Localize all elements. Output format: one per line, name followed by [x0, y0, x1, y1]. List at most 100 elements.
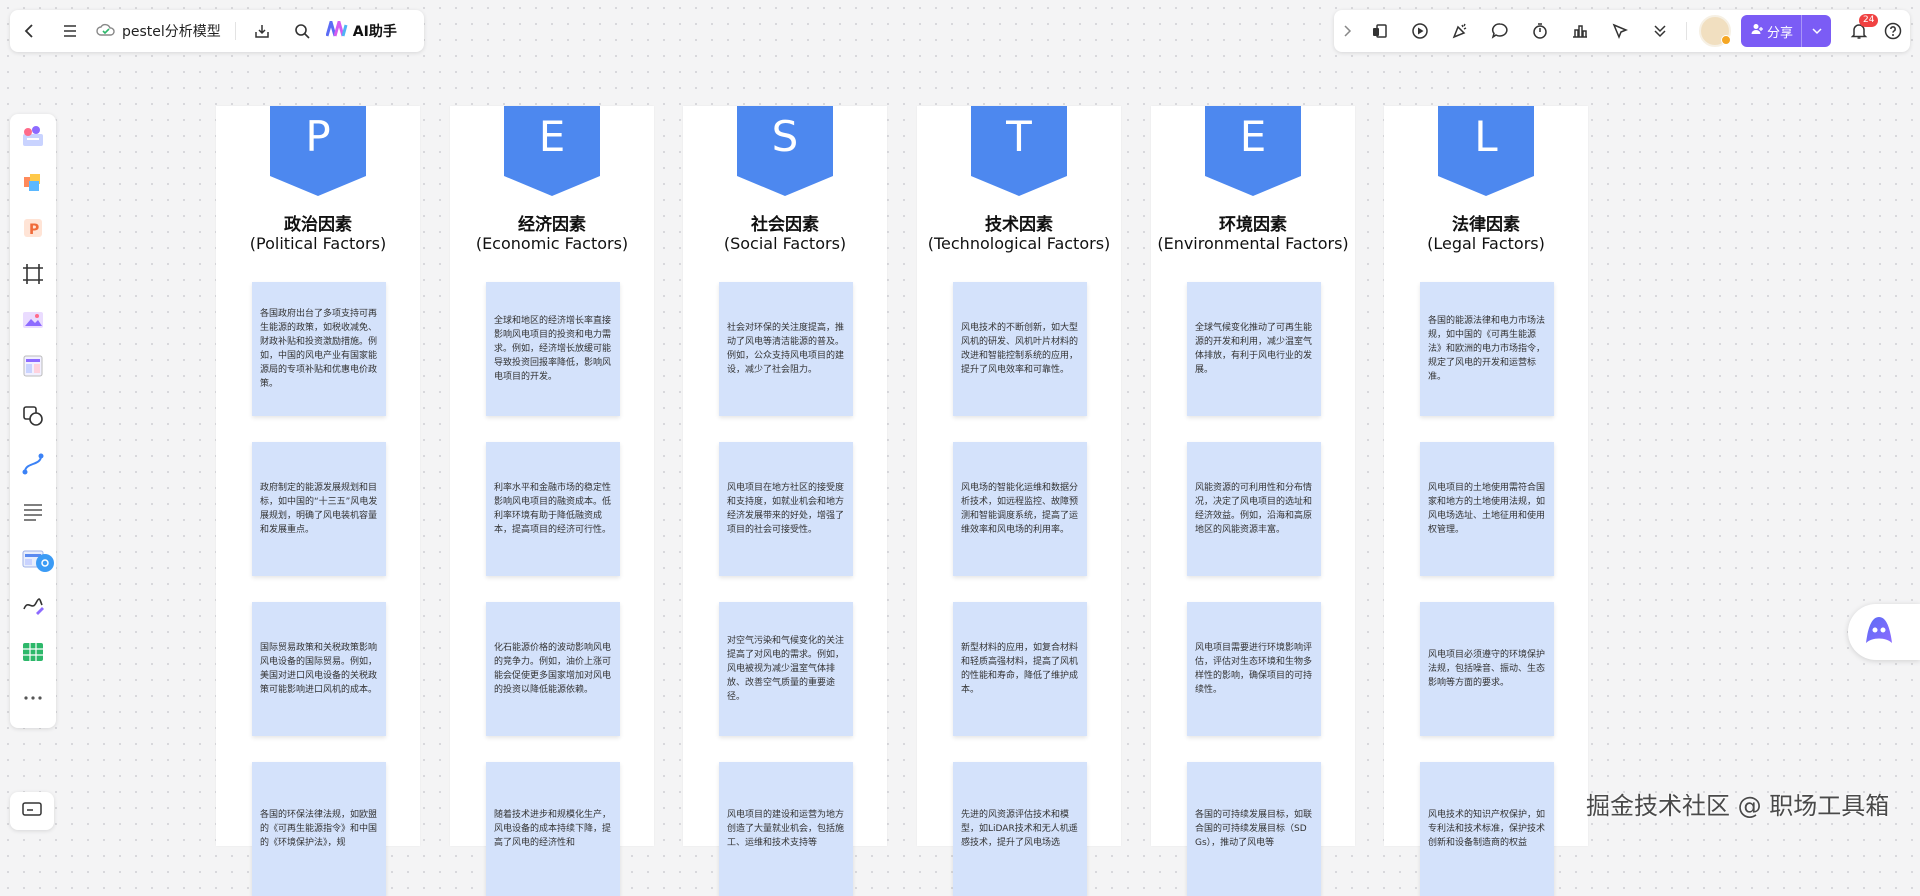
- sticky-note[interactable]: 各国政府出台了多项支持可再生能源的政策，如税收减免、财政补贴和投资激励措施。例如…: [252, 282, 386, 416]
- sticky-note[interactable]: 风电项目需要进行环境影响评估，评估对生态环境和生物多样性的影响，确保项目的可持续…: [1187, 602, 1321, 736]
- note-text: 风电项目必须遵守的环境保护法规，包括噪音、振动、生态影响等方面的要求。: [1428, 650, 1546, 688]
- search-icon[interactable]: [282, 10, 322, 52]
- timer-icon[interactable]: [1520, 10, 1560, 52]
- sticky-note[interactable]: 风电项目的土地使用需符合国家和地方的土地使用法规，如风电场选址、土地征用和使用权…: [1420, 442, 1554, 576]
- text-p-icon[interactable]: P: [17, 212, 49, 244]
- note-text: 先进的风资源评估技术和模型，如LiDAR技术和无人机遥感技术，提升了风电场选: [961, 810, 1078, 848]
- sticky-note[interactable]: 社会对环保的关注度提高，推动了风电等清洁能源的普及。例如，公众支持风电项目的建设…: [719, 282, 853, 416]
- ai-assistant-button[interactable]: AI助手: [325, 16, 397, 41]
- spreadsheet-icon[interactable]: [17, 636, 49, 668]
- bell-icon[interactable]: 24: [1839, 10, 1879, 52]
- note-text: 各国的可持续发展目标，如联合国的可持续发展目标（SDGs），推动了风电等: [1195, 810, 1313, 848]
- column-title-en: (Environmental Factors): [1157, 234, 1349, 253]
- column-letter: P: [305, 112, 331, 161]
- note-text: 各国政府出台了多项支持可再生能源的政策，如税收减免、财政补贴和投资激励措施。例如…: [260, 309, 378, 389]
- sticky-note[interactable]: 全球和地区的经济增长率直接影响风电项目的投资和电力需求。例如，经济增长放缓可能导…: [486, 282, 620, 416]
- sticky-note[interactable]: 各国的可持续发展目标，如联合国的可持续发展目标（SDGs），推动了风电等: [1187, 762, 1321, 896]
- column-title-en: (Social Factors): [723, 234, 847, 253]
- column-political[interactable]: P 政治因素 (Political Factors) 各国政府出台了多项支持可再…: [216, 106, 420, 896]
- sticky-note[interactable]: 利率水平和金融市场的稳定性影响风电项目的融资成本。低利率环境有助于降低融资成本，…: [486, 442, 620, 576]
- sticky-note[interactable]: 各国的环保法律法规，如欧盟的《可再生能源指令》和中国的《环境保护法》，规: [252, 762, 386, 896]
- ai-assistant-label: AI助手: [352, 24, 397, 40]
- note-text: 全球气候变化推动了可再生能源的开发和利用，减少温室气体排放，有利于风电行业的发展…: [1195, 323, 1313, 375]
- connector-icon[interactable]: [17, 448, 49, 480]
- more-icon[interactable]: [17, 682, 49, 714]
- sticky-note[interactable]: 风电项目必须遵守的环境保护法规，包括噪音、振动、生态影响等方面的要求。: [1420, 602, 1554, 736]
- sticky-note[interactable]: 国际贸易政策和关税政策影响风电设备的国际贸易。例如，美国对进口风电设备的关税政策…: [252, 602, 386, 736]
- sticky-note[interactable]: 风能资源的可利用性和分布情况，决定了风电项目的选址和经济效益。例如，沿海和高原地…: [1187, 442, 1321, 576]
- celebrate-icon[interactable]: [1440, 10, 1480, 52]
- sticky-note[interactable]: 先进的风资源评估技术和模型，如LiDAR技术和无人机遥感技术，提升了风电场选: [953, 762, 1087, 896]
- column-letter: L: [1474, 112, 1498, 161]
- ai-logo-icon: [325, 16, 348, 41]
- column-technological[interactable]: T 技术因素 (Technological Factors) 风电技术的不断创新…: [917, 106, 1121, 896]
- download-icon[interactable]: [242, 10, 282, 52]
- column-title-cn: 法律因素: [1452, 215, 1520, 235]
- minimap-button[interactable]: [10, 792, 54, 830]
- sticky-note[interactable]: 随着技术进步和规模化生产，风电设备的成本持续下降，提高了风电的经济性和: [486, 762, 620, 896]
- note-text: 全球和地区的经济增长率直接影响风电项目的投资和电力需求。例如，经济增长放缓可能导…: [494, 316, 612, 382]
- image-icon[interactable]: [17, 304, 49, 336]
- templates-icon[interactable]: [17, 120, 49, 152]
- sticky-note[interactable]: 风电项目的建设和运营为地方创造了大量就业机会，包括施工、运维和技术支持等: [719, 762, 853, 896]
- comment-icon[interactable]: [1480, 10, 1520, 52]
- list-icon[interactable]: [17, 496, 49, 528]
- note-text: 风电项目需要进行环境影响评估，评估对生态环境和生物多样性的影响，确保项目的可持续…: [1195, 643, 1313, 695]
- letter-badge: P: [270, 106, 366, 196]
- sticky-note[interactable]: 对空气污染和气候变化的关注提高了对风电的需求。例如，风电被视为减少温室气体排放、…: [719, 602, 853, 736]
- chevron-right-icon[interactable]: [1334, 10, 1360, 52]
- note-text: 各国的能源法律和电力市场法规，如中国的《可再生能源法》和欧洲的电力市场指令，规定…: [1428, 316, 1546, 382]
- column-title-cn: 环境因素: [1219, 215, 1287, 235]
- divider: [1686, 22, 1687, 40]
- note-text: 风电项目在地方社区的接受度和支持度，如就业机会和地方经济发展带来的好处，增强了项…: [727, 483, 845, 535]
- sticky-note[interactable]: 政府制定的能源发展规划和目标，如中国的“十三五”风电发展规划，明确了风电装机容量…: [252, 442, 386, 576]
- pen-icon[interactable]: [17, 588, 49, 620]
- column-title-cn: 技术因素: [985, 215, 1053, 235]
- letter-badge: S: [737, 106, 833, 196]
- column-social[interactable]: S 社会因素 (Social Factors) 社会对环保的关注度提高，推动了风…: [683, 106, 887, 896]
- help-icon[interactable]: [1879, 10, 1907, 52]
- sticky-note[interactable]: 各国的能源法律和电力市场法规，如中国的《可再生能源法》和欧洲的电力市场指令，规定…: [1420, 282, 1554, 416]
- template-card-icon[interactable]: [1360, 10, 1400, 52]
- play-icon[interactable]: [1400, 10, 1440, 52]
- shapes-icon[interactable]: [17, 400, 49, 432]
- cloud-saved-icon: [96, 22, 116, 41]
- collapse-down-icon[interactable]: [1640, 10, 1680, 52]
- doc-title-area[interactable]: pestel分析模型: [96, 21, 221, 41]
- sticky-note[interactable]: 风电项目在地方社区的接受度和支持度，如就业机会和地方经济发展带来的好处，增强了项…: [719, 442, 853, 576]
- floating-ai-button[interactable]: [1848, 604, 1920, 660]
- sticky-note[interactable]: 风电技术的不断创新，如大型风机的研发、风机叶片材料的改进和智能控制系统的应用，提…: [953, 282, 1087, 416]
- note-text: 风电技术的不断创新，如大型风机的研发、风机叶片材料的改进和智能控制系统的应用，提…: [961, 323, 1079, 375]
- column-economic[interactable]: E 经济因素 (Economic Factors) 全球和地区的经济增长率直接影…: [450, 106, 654, 896]
- sticky-note[interactable]: 风电场的智能化运维和数据分析技术，如远程监控、故障预测和智能调度系统，提高了运维…: [953, 442, 1087, 576]
- note-text: 各国的环保法律法规，如欧盟的《可再生能源指令》和中国的《环境保护法》，规: [260, 810, 378, 848]
- chevron-down-icon[interactable]: [1802, 15, 1831, 47]
- sticky-note[interactable]: 新型材料的应用，如复合材料和轻质高强材料，提高了风机的性能和寿命，降低了维护成本…: [953, 602, 1087, 736]
- frame-icon[interactable]: [17, 258, 49, 290]
- note-text: 对空气污染和气候变化的关注提高了对风电的需求。例如，风电被视为减少温室气体排放、…: [727, 636, 845, 702]
- column-environmental[interactable]: E 环境因素 (Environmental Factors) 全球气候变化推动了…: [1151, 106, 1355, 896]
- column-legal[interactable]: L 法律因素 (Legal Factors) 各国的能源法律和电力市场法规，如中…: [1384, 106, 1588, 896]
- note-text: 社会对环保的关注度提高，推动了风电等清洁能源的普及。例如，公众支持风电项目的建设…: [727, 323, 845, 375]
- note-text: 随着技术进步和规模化生产，风电设备的成本持续下降，提高了风电的经济性和: [494, 810, 612, 848]
- sticky-note[interactable]: 全球气候变化推动了可再生能源的开发和利用，减少温室气体排放，有利于风电行业的发展…: [1187, 282, 1321, 416]
- share-button[interactable]: 分享: [1741, 15, 1831, 47]
- stickers-icon[interactable]: [17, 166, 49, 198]
- laser-pointer-icon[interactable]: [1600, 10, 1640, 52]
- gear-icon[interactable]: [36, 554, 54, 572]
- avatar[interactable]: [1699, 15, 1731, 47]
- column-letter: T: [1006, 112, 1032, 161]
- note-text: 化石能源价格的波动影响风电的竞争力。例如，油价上涨可能会促使更多国家增加对风电的…: [494, 643, 612, 695]
- doc-title[interactable]: pestel分析模型: [122, 21, 221, 41]
- menu-icon[interactable]: [50, 10, 90, 52]
- sticky-note[interactable]: 风电技术的知识产权保护，如专利法和技术标准，保护技术创新和设备制造商的权益: [1420, 762, 1554, 896]
- letter-badge: E: [1205, 106, 1301, 196]
- back-icon[interactable]: [10, 10, 50, 52]
- sticky-note[interactable]: 化石能源价格的波动影响风电的竞争力。例如，油价上涨可能会促使更多国家增加对风电的…: [486, 602, 620, 736]
- letter-badge: E: [504, 106, 600, 196]
- layout-icon[interactable]: [17, 350, 49, 382]
- note-text: 风电技术的知识产权保护，如专利法和技术标准，保护技术创新和设备制造商的权益: [1428, 810, 1546, 848]
- vote-icon[interactable]: [1560, 10, 1600, 52]
- note-text: 国际贸易政策和关税政策影响风电设备的国际贸易。例如，美国对进口风电设备的关税政策…: [260, 643, 378, 695]
- column-title-en: (Economic Factors): [475, 234, 629, 253]
